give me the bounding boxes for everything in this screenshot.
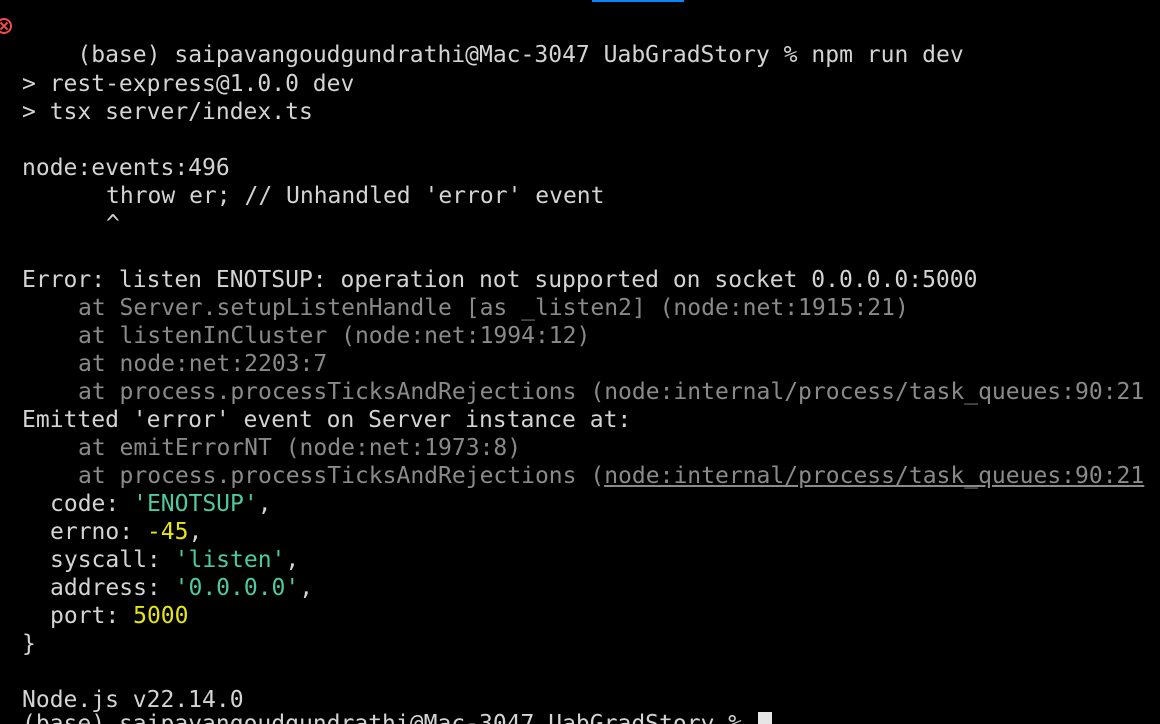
prop-syscall: syscall: 'listen', (50, 547, 300, 573)
prop-value-number: -45 (146, 519, 189, 545)
stack-frame-prefix: at process.processTicksAndRejections ( (78, 463, 605, 489)
throw-caret: ^ (106, 211, 120, 237)
error-message: Error: listen ENOTSUP: operation not sup… (22, 267, 978, 293)
conda-env: (base) (22, 711, 106, 724)
stack-frame: at node:net:2203:7 (78, 351, 328, 377)
object-close-brace: } (22, 631, 36, 657)
current-directory: UabGradStory (548, 711, 715, 724)
stack-frame: at process.processTicksAndRejections (no… (78, 379, 1145, 405)
prop-value-string: '0.0.0.0' (174, 575, 300, 601)
stack-frame: at listenInCluster (node:net:1994:12) (78, 323, 591, 349)
cursor (757, 712, 772, 724)
prop-address: address: '0.0.0.0', (50, 575, 314, 601)
prop-port: port: 5000 (50, 602, 188, 630)
prop-key: address: (50, 575, 175, 601)
stack-frame-with-link: at process.processTicksAndRejections (no… (78, 462, 1144, 490)
prop-value-string: 'listen' (174, 547, 286, 573)
conda-env: (base) (77, 42, 161, 68)
active-tab-indicator (592, 0, 684, 2)
prop-value-string: 'ENOTSUP' (133, 491, 258, 517)
prop-key: code: (50, 491, 134, 517)
npm-command-line: > tsx server/index.ts (22, 99, 313, 125)
throw-statement: throw er; // Unhandled 'error' event (106, 183, 605, 209)
stack-frame: at Server.setupListenHandle [as _listen2… (78, 295, 909, 321)
prop-key: errno: (50, 519, 147, 545)
prompt-line-current[interactable]: (base) saipavangoudgundrathi@Mac-3047 Ua… (22, 710, 772, 724)
prop-errno: errno: -45, (50, 519, 203, 545)
user-host: saipavangoudgundrathi@Mac-3047 (174, 42, 590, 68)
error-status-icon[interactable] (0, 18, 12, 34)
command-text: npm run dev (811, 42, 964, 68)
user-host: saipavangoudgundrathi@Mac-3047 (118, 711, 535, 724)
stack-frame: at emitErrorNT (node:net:1973:8) (78, 435, 522, 461)
prompt-line-error: (base) saipavangoudgundrathi@Mac-3047 Ua… (0, 13, 964, 68)
current-directory: UabGradStory (603, 42, 770, 68)
terminal-window[interactable]: (base) saipavangoudgundrathi@Mac-3047 Ua… (0, 0, 1160, 724)
throw-location: node:events:496 (22, 155, 230, 181)
prop-value-number: 5000 (133, 603, 189, 629)
prop-code: code: 'ENOTSUP', (50, 491, 272, 517)
npm-script-line: > rest-express@1.0.0 dev (22, 71, 355, 97)
prompt-symbol: % (728, 711, 743, 724)
prop-key: syscall: (50, 547, 175, 573)
source-file-link[interactable]: node:internal/process/task_queues:90:21 (604, 463, 1144, 489)
emitted-error-line: Emitted 'error' event on Server instance… (22, 407, 632, 433)
prompt-symbol: % (783, 42, 798, 68)
prop-key: port: (50, 603, 134, 629)
